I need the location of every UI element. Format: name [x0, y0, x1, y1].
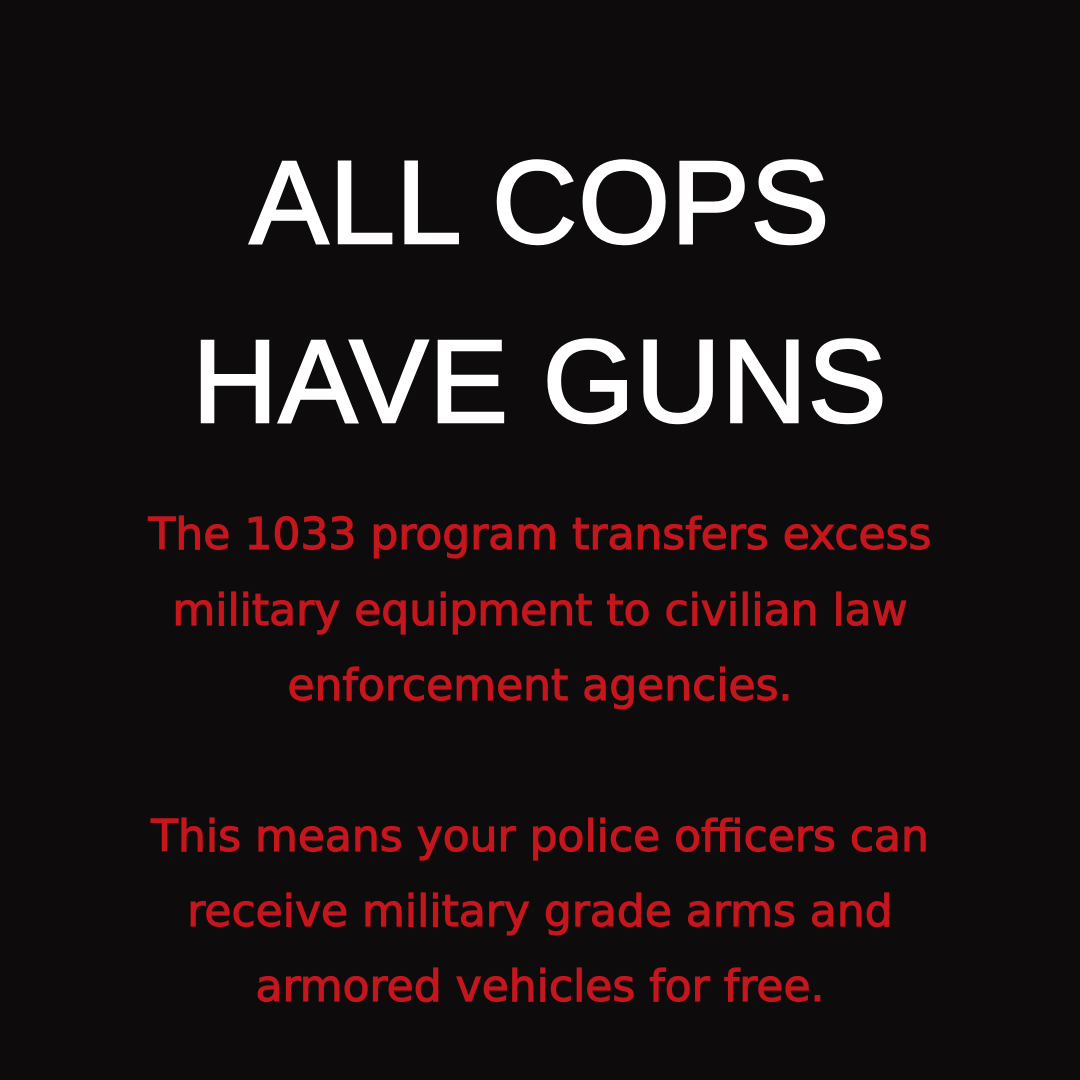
paragraph-1-line-3: enforcement agencies. — [287, 660, 793, 711]
headline-line-1: ALL COPS — [248, 137, 831, 269]
paragraph-2-line-3: armored vehicles for free. — [255, 961, 825, 1012]
headline-line-2: HAVE GUNS — [191, 316, 888, 448]
post-canvas: ALL COPS HAVE GUNS The 1033 program tran… — [0, 0, 1080, 1080]
paragraph-2-line-1: This means your police officers can — [150, 811, 929, 862]
paragraph-2-line-2: receive military grade arms and — [187, 886, 894, 937]
paragraph-1-line-2: military equipment to civilian law — [172, 585, 908, 636]
paragraph-1-line-1: The 1033 program transfers excess — [148, 509, 932, 560]
